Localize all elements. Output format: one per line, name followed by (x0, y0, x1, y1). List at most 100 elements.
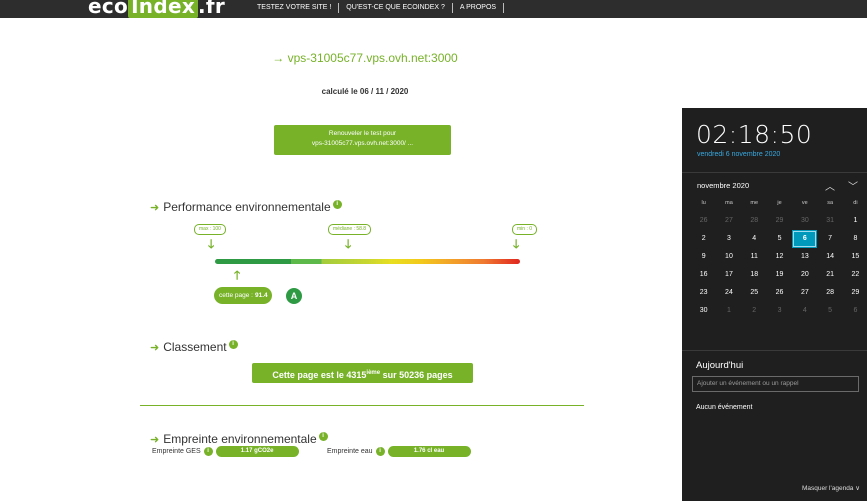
hide-agenda-link[interactable]: Masquer l'agenda ∨ (802, 484, 860, 492)
weekday-label: sa (827, 200, 834, 206)
performance-heading: ➜ Performance environnementale i (150, 199, 342, 214)
scale-max-label: max : 100 (194, 224, 226, 235)
calendar-day[interactable]: 1 (843, 212, 867, 230)
calendar-day[interactable]: 11 (742, 248, 767, 266)
no-event-text: Aucun événement (696, 404, 753, 411)
info-icon[interactable]: i (318, 431, 328, 441)
nav-link-test-site[interactable]: TESTEZ VOTRE SITE ! (257, 3, 340, 13)
calendar-day[interactable]: 14 (817, 248, 842, 266)
calendar-day[interactable]: 4 (792, 302, 817, 320)
water-label: Empreinte eau (327, 448, 373, 455)
page-score-value: 91.4 (254, 292, 268, 299)
calendar-day[interactable]: 26 (691, 212, 716, 230)
calendar-day[interactable]: 7 (817, 230, 842, 248)
calendar-day[interactable]: 1 (716, 302, 741, 320)
calendar-day[interactable]: 18 (742, 266, 767, 284)
ecoindex-scale-bar (215, 259, 520, 264)
tested-url[interactable]: → vps-31005c77.vps.ovh.net:3000 (0, 51, 730, 65)
month-title[interactable]: novembre 2020 (697, 181, 749, 190)
calendar-day[interactable]: 21 (817, 266, 842, 284)
ecoindex-logo[interactable]: eco Index .fr (88, 0, 225, 18)
calendar-day[interactable]: 3 (767, 302, 792, 320)
water-footprint: Empreinte eau i 1.76 cl eau (327, 446, 471, 457)
scale-min-label: min : 0 (512, 224, 538, 235)
calendar-week-row: 30 1 2 3 4 5 6 (691, 302, 867, 320)
ranking-rank: 4315 (346, 370, 367, 380)
calendar-day[interactable]: 16 (691, 266, 716, 284)
logo-part-index: Index (128, 0, 199, 18)
grade-badge: A (285, 287, 303, 305)
calendar-day[interactable]: 10 (716, 248, 741, 266)
calendar-day[interactable]: 17 (716, 266, 741, 284)
long-date-link[interactable]: vendredi 6 novembre 2020 (697, 151, 780, 158)
calendar-day[interactable]: 4 (742, 230, 767, 248)
arrow-right-icon: ➜ (150, 201, 160, 214)
ranking-text-before: Cette page est le (272, 370, 347, 380)
calendar-day[interactable]: 20 (792, 266, 817, 284)
chevron-down-icon[interactable]: ﹀ (848, 178, 858, 193)
ges-footprint: Empreinte GES i 1.17 gCO2e (152, 446, 299, 457)
page-score-badge: cette page : 91.4 (214, 287, 272, 304)
arrow-down-icon: 🡓 (208, 237, 215, 251)
arrow-down-icon: 🡓 (345, 237, 352, 251)
info-icon[interactable]: i (203, 447, 213, 456)
ranking-title: Classement (163, 340, 227, 354)
calendar-day[interactable]: 6 (843, 302, 867, 320)
weekday-label: lu (701, 200, 706, 206)
weekday-label: di (853, 200, 858, 206)
nav-link-what-is-ecoindex[interactable]: QU'EST-CE QUE ECOINDEX ? (339, 3, 453, 13)
chevron-up-icon[interactable]: ︿ (825, 178, 835, 193)
weekday-label: ma (725, 200, 733, 206)
calendar-day[interactable]: 13 (792, 248, 817, 266)
weekday-header: lu ma me je ve sa di (691, 200, 867, 212)
info-icon[interactable]: i (375, 447, 385, 456)
calendar-day[interactable]: 2 (691, 230, 716, 248)
info-icon[interactable]: i (332, 199, 342, 209)
calendar-day[interactable]: 15 (843, 248, 867, 266)
calendar-day[interactable]: 19 (767, 266, 792, 284)
calendar-day[interactable]: 9 (691, 248, 716, 266)
ges-value: 1.17 gCO2e (215, 446, 299, 457)
calendar-week-row: 9 10 11 12 13 14 15 (691, 248, 867, 266)
calendar-week-row: 16 17 18 19 20 21 22 (691, 266, 867, 284)
calendar-days: 26 27 28 29 30 31 1 2 3 4 5 6 7 8 9 10 11 12 13 14 15 16 17 18 1… (691, 212, 867, 320)
calendar-day[interactable]: 30 (691, 302, 716, 320)
calendar-day[interactable]: 27 (716, 212, 741, 230)
ranking-text-after: sur 50236 pages (380, 370, 453, 380)
logo-part-tld: .fr (198, 0, 226, 18)
performance-title: Performance environnementale (163, 200, 331, 214)
calendar-day[interactable]: 5 (767, 230, 792, 248)
calendar-day[interactable]: 30 (792, 212, 817, 230)
renew-button-line2: vps-31005c77.vps.ovh.net:3000/ ... (311, 140, 414, 147)
calendar-day[interactable]: 27 (792, 284, 817, 302)
calendar-day[interactable]: 12 (767, 248, 792, 266)
calendar-day[interactable]: 28 (742, 212, 767, 230)
flyout-divider (682, 350, 867, 351)
renew-test-button[interactable]: Renouveler le test pour vps-31005c77.vps… (274, 125, 451, 155)
agenda-title: Aujourd'hui (696, 360, 744, 371)
calendar-day[interactable]: 29 (843, 284, 867, 302)
calendar-day[interactable]: 2 (742, 302, 767, 320)
nav-link-about[interactable]: A PROPOS (453, 3, 505, 13)
calendar-day[interactable]: 26 (767, 284, 792, 302)
footprint-heading: ➜ Empreinte environnementale i (150, 431, 328, 446)
add-event-input[interactable]: Ajouter un événement ou un rappel (692, 376, 859, 392)
calendar-day[interactable]: 8 (843, 230, 867, 248)
calendar-day[interactable]: 25 (742, 284, 767, 302)
calendar-day[interactable]: 31 (817, 212, 842, 230)
calendar-day[interactable]: 3 (716, 230, 741, 248)
info-icon[interactable]: i (228, 339, 238, 349)
calendar-day[interactable]: 22 (843, 266, 867, 284)
weekday-label: me (750, 200, 759, 206)
renew-button-line1: Renouveler le test pour (328, 130, 397, 137)
calendar-day[interactable]: 5 (817, 302, 842, 320)
arrow-right-icon: ➜ (150, 433, 160, 446)
calendar-day[interactable]: 24 (716, 284, 741, 302)
calendar-day-today[interactable]: 6 (792, 230, 818, 248)
calendar-day[interactable]: 23 (691, 284, 716, 302)
calendar-week-row: 2345678 (691, 230, 867, 248)
water-value: 1.76 cl eau (387, 446, 471, 457)
calendar-day[interactable]: 28 (817, 284, 842, 302)
flyout-divider (682, 172, 867, 173)
calendar-day[interactable]: 29 (767, 212, 792, 230)
